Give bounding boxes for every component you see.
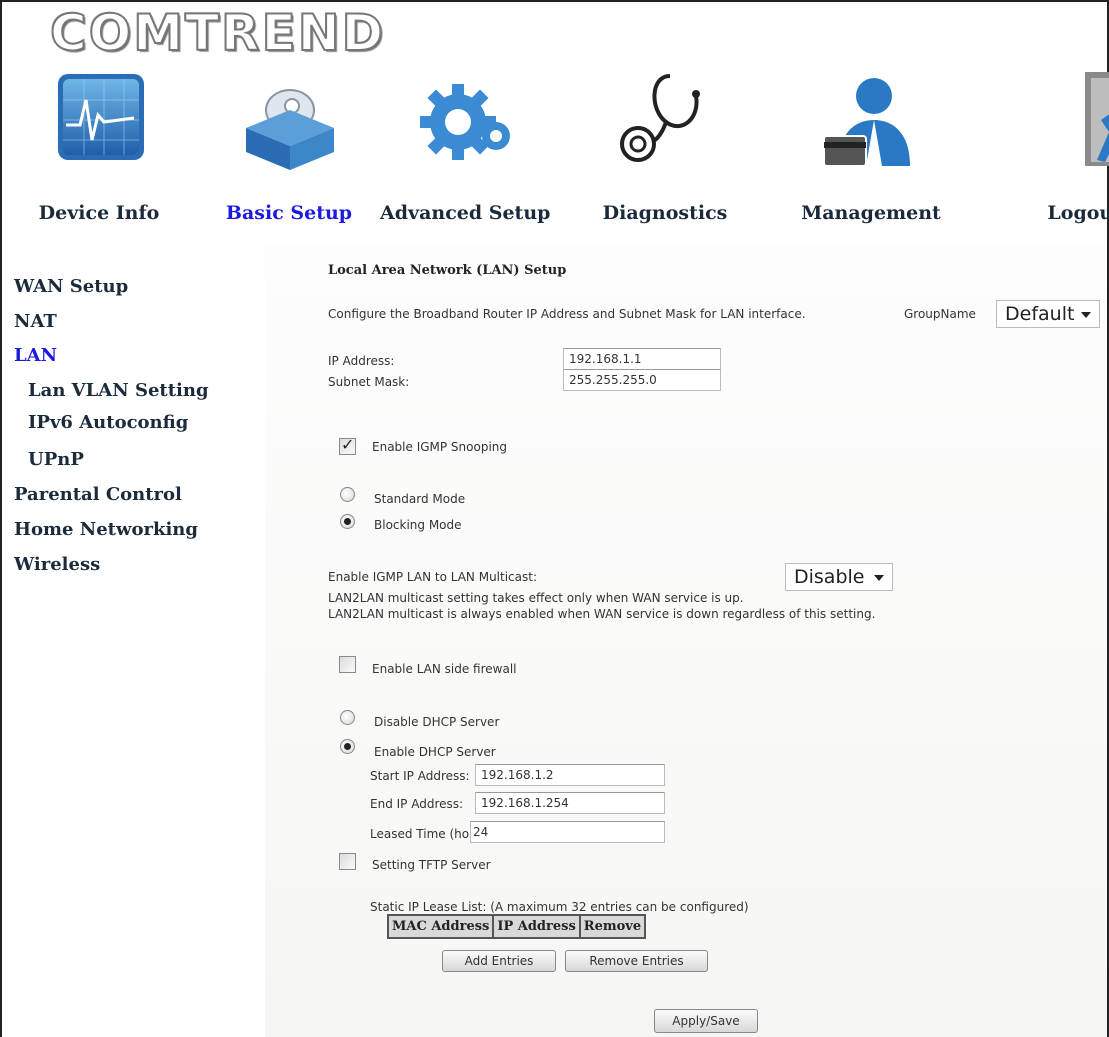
sidebar-item-nat[interactable]: NAT — [14, 311, 57, 332]
sidebar-item-parental-control[interactable]: Parental Control — [14, 484, 182, 505]
dhcp-start-input[interactable]: 192.168.1.2 — [475, 764, 665, 786]
sidebar-item-lan-vlan-setting[interactable]: Lan VLAN Setting — [28, 380, 209, 401]
nav-logout[interactable]: Logout — [962, 52, 1109, 242]
sidebar-item-wireless[interactable]: Wireless — [14, 554, 100, 575]
dhcp-end-label: End IP Address: — [370, 797, 464, 811]
page-description: Configure the Broadband Router IP Addres… — [328, 307, 806, 321]
column-ip-address: IP Address — [492, 914, 581, 939]
nav-diagnostics[interactable]: Diagnostics — [580, 52, 750, 242]
lan-firewall-checkbox[interactable] — [339, 656, 356, 673]
sidebar-item-lan[interactable]: LAN — [14, 345, 57, 366]
user-card-icon — [823, 78, 910, 167]
disable-dhcp-radio[interactable] — [340, 710, 355, 725]
igmp-snooping-checkbox[interactable]: ✓ — [339, 435, 356, 455]
nav-device-info[interactable]: Device Info — [14, 52, 184, 242]
ip-address-input[interactable]: 192.168.1.1 — [563, 348, 721, 370]
exit-door-icon — [1084, 72, 1109, 166]
nav-label: Diagnostics — [602, 202, 728, 224]
dhcp-lease-input[interactable]: 24 — [470, 821, 665, 843]
blocking-mode-radio[interactable] — [340, 514, 355, 529]
pulse-monitor-icon — [58, 74, 144, 160]
enable-dhcp-radio[interactable] — [340, 739, 355, 754]
nav-label: Device Info — [38, 202, 160, 224]
remove-entries-button[interactable]: Remove Entries — [565, 950, 708, 972]
nav-advanced-setup[interactable]: Advanced Setup — [380, 52, 550, 242]
subnet-mask-label: Subnet Mask: — [328, 375, 410, 389]
box-disc-icon — [246, 89, 334, 170]
nav-management[interactable]: Management — [786, 52, 956, 242]
enable-dhcp-label: Enable DHCP Server — [374, 745, 496, 759]
lan2lan-select[interactable]: Disable — [785, 563, 893, 591]
nav-label: Basic Setup — [225, 202, 353, 224]
ip-address-label: IP Address: — [328, 354, 395, 368]
nav-label: Advanced Setup — [380, 202, 551, 224]
blocking-mode-label: Blocking Mode — [374, 518, 462, 532]
stethoscope-icon — [620, 74, 700, 162]
nav-label: Logout — [1047, 202, 1109, 224]
static-lease-table: MAC Address IP Address Remove — [386, 914, 647, 939]
group-name-value: Default — [1005, 303, 1075, 325]
table-header-row: MAC Address IP Address Remove — [386, 914, 647, 939]
chevron-down-icon — [1081, 312, 1091, 318]
lan-firewall-label: Enable LAN side firewall — [372, 662, 517, 676]
subnet-mask-input[interactable]: 255.255.255.0 — [563, 369, 721, 391]
add-entries-button[interactable]: Add Entries — [442, 950, 556, 972]
standard-mode-radio[interactable] — [340, 487, 355, 502]
disable-dhcp-label: Disable DHCP Server — [374, 715, 500, 729]
nav-basic-setup[interactable]: Basic Setup — [204, 52, 374, 242]
apply-save-button[interactable]: Apply/Save — [654, 1009, 758, 1033]
lan2lan-note-2: LAN2LAN multicast is always enabled when… — [328, 607, 876, 621]
page-title: Local Area Network (LAN) Setup — [328, 263, 567, 278]
lan2lan-label: Enable IGMP LAN to LAN Multicast: — [328, 570, 537, 584]
igmp-snooping-label: Enable IGMP Snooping — [372, 440, 508, 454]
sidebar-item-ipv6-autoconfig[interactable]: IPv6 Autoconfig — [28, 412, 188, 433]
lan2lan-value: Disable — [794, 566, 865, 588]
static-lease-label: Static IP Lease List: (A maximum 32 entr… — [370, 900, 749, 914]
nav-label: Management — [801, 202, 941, 224]
checkmark-icon: ✓ — [341, 435, 355, 454]
tftp-label: Setting TFTP Server — [372, 858, 491, 872]
column-mac-address: MAC Address — [386, 914, 495, 939]
sidebar-item-home-networking[interactable]: Home Networking — [14, 519, 198, 540]
tftp-checkbox[interactable] — [339, 853, 356, 870]
lan2lan-note-1: LAN2LAN multicast setting takes effect o… — [328, 591, 744, 605]
group-name-label: GroupName — [904, 307, 976, 321]
main-nav: Device Info Basic Setup Advanced Setup D… — [2, 52, 1109, 242]
dhcp-start-label: Start IP Address: — [370, 769, 470, 783]
gears-icon — [420, 84, 510, 160]
header: COMTREND Device Info Basic Setup Advance… — [2, 2, 1109, 246]
dhcp-end-input[interactable]: 192.168.1.254 — [475, 792, 665, 814]
sidebar-item-upnp[interactable]: UPnP — [28, 449, 84, 470]
column-remove: Remove — [578, 914, 647, 939]
group-name-select[interactable]: Default — [996, 300, 1100, 328]
sidebar-item-wan-setup[interactable]: WAN Setup — [14, 276, 128, 297]
standard-mode-label: Standard Mode — [374, 492, 466, 506]
chevron-down-icon — [874, 575, 884, 581]
